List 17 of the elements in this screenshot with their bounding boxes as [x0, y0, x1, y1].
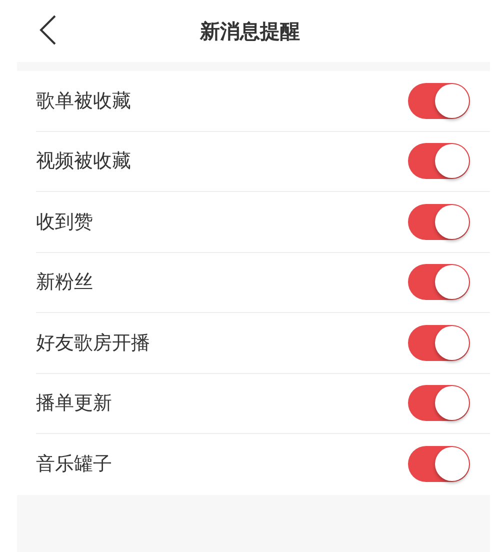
- toggle-switch[interactable]: [408, 385, 470, 422]
- toggle-switch[interactable]: [408, 446, 470, 482]
- toggle-switch[interactable]: [408, 82, 470, 119]
- setting-label: 播单更新: [36, 391, 113, 416]
- setting-label: 音乐罐子: [36, 452, 113, 478]
- toggle-switch[interactable]: [408, 143, 470, 180]
- setting-label: 视频被收藏: [36, 149, 132, 174]
- setting-label: 好友歌房开播: [36, 330, 151, 356]
- back-icon: [38, 14, 58, 46]
- setting-label: 歌单被收藏: [36, 88, 132, 114]
- back-button[interactable]: [38, 14, 58, 46]
- toggle-switch[interactable]: [408, 264, 470, 300]
- toggle-switch[interactable]: [408, 204, 470, 240]
- toggle-switch[interactable]: [408, 324, 470, 361]
- setting-label: 新粉丝: [36, 270, 94, 296]
- page-title: 新消息提醒: [200, 18, 300, 44]
- setting-label: 收到赞: [36, 210, 94, 235]
